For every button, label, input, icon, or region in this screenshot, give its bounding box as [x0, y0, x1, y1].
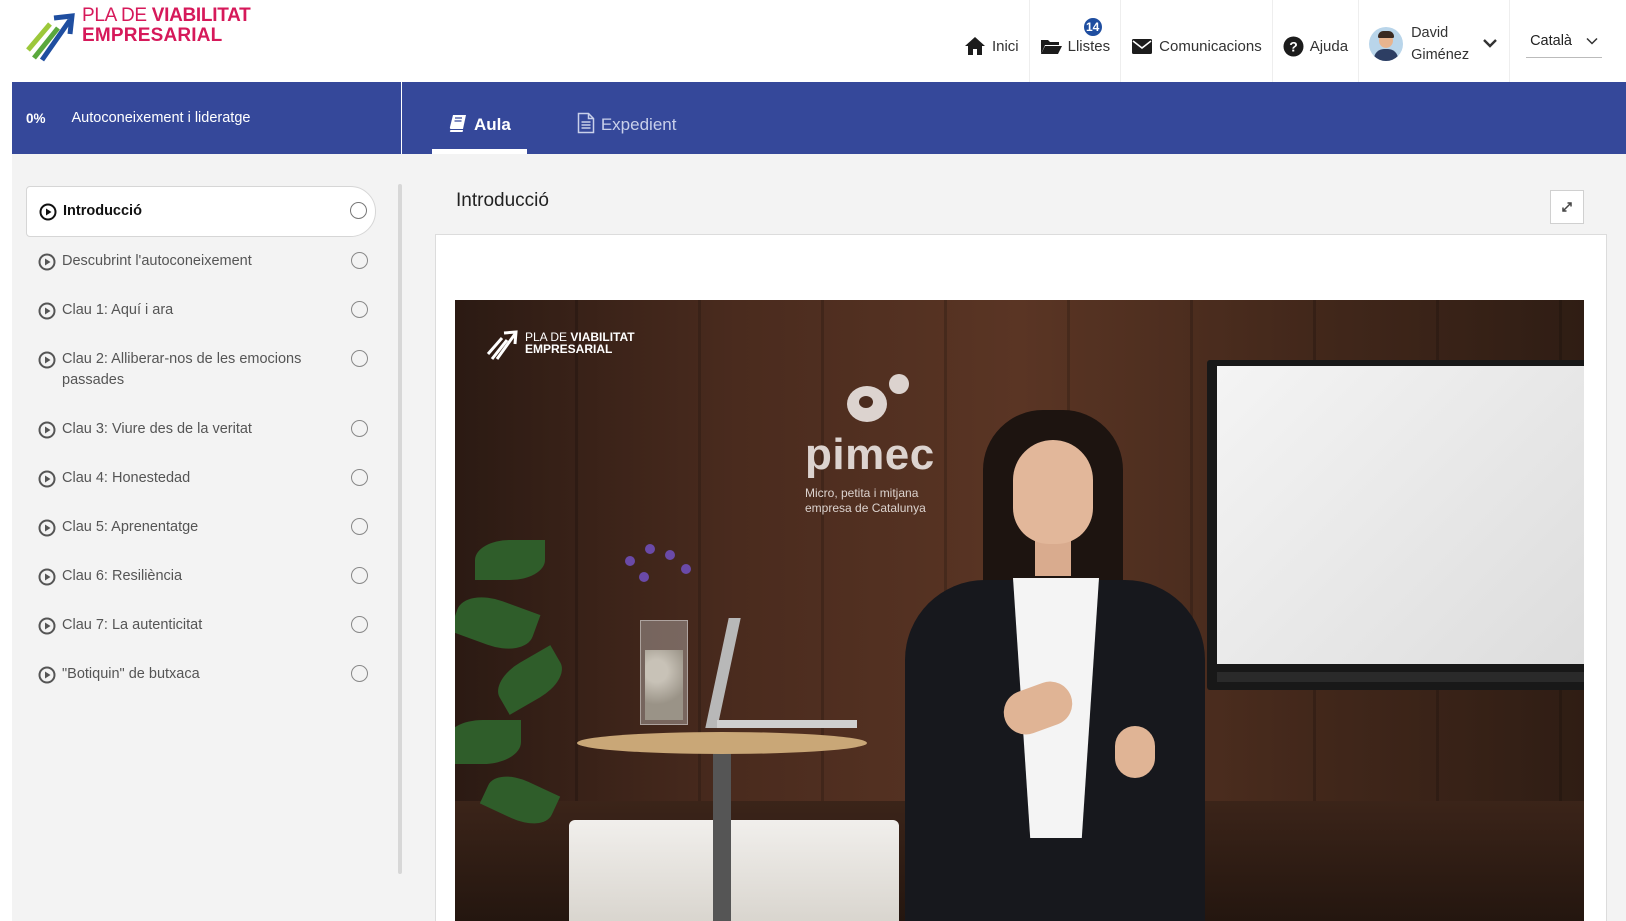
list-item[interactable]: Descubrint l'autoconeixement: [26, 237, 376, 286]
status-circle-icon: [351, 301, 368, 318]
lesson-label: Introducció: [63, 203, 142, 219]
chevron-down-icon: [1586, 33, 1598, 49]
expand-icon: [1562, 202, 1572, 212]
svg-text:?: ?: [1289, 38, 1298, 54]
lesson-label: Clau 3: Viure des de la veritat: [62, 421, 252, 437]
lesson-label: "Botiquin" de butxaca: [62, 666, 200, 682]
play-circle-icon: [38, 253, 56, 271]
avatar: [1369, 27, 1404, 61]
status-circle-icon: [351, 350, 368, 367]
nav-llistes[interactable]: Llistes 14: [1030, 0, 1122, 82]
nav-inici-label: Inici: [991, 37, 1019, 55]
lesson-list: Introducció Descubrint l'autoconeixement…: [26, 186, 376, 699]
play-circle-icon: [38, 302, 56, 320]
language-value: Català: [1530, 32, 1572, 49]
nav-llistes-label: Llistes: [1067, 37, 1111, 55]
list-item[interactable]: "Botiquin" de butxaca: [26, 650, 376, 699]
presenter: [885, 410, 1225, 921]
play-circle-icon: [38, 568, 56, 586]
course-tabs: Aula Expedient: [432, 82, 692, 154]
list-item[interactable]: Clau 1: Aquí i ara: [26, 286, 376, 335]
lesson-label: Clau 7: La autenticitat: [62, 617, 203, 633]
envelope-icon: [1131, 38, 1153, 55]
question-circle-icon: ?: [1283, 36, 1304, 57]
course-bar: 0% Autoconeixement i lideratge Aula Expe…: [12, 82, 1626, 154]
list-item[interactable]: Clau 6: Resiliència: [26, 552, 376, 601]
lesson-label: Clau 2: Alliberar-nos de les emocions pa…: [62, 351, 302, 388]
top-header: PLA DE VIABILITAT EMPRESARIAL Inici Llis…: [0, 0, 1626, 82]
nav-inici[interactable]: Inici: [954, 0, 1030, 82]
tab-aula-label: Aula: [474, 115, 511, 134]
list-item[interactable]: Clau 7: La autenticitat: [26, 601, 376, 650]
list-item[interactable]: Clau 5: Aprenentatge: [26, 503, 376, 552]
play-circle-icon: [39, 203, 57, 221]
arrow-logo-icon: [26, 13, 75, 62]
book-icon: [448, 113, 468, 138]
flowers: [615, 536, 705, 626]
page: PLA DE VIABILITAT EMPRESARIAL Inici Llis…: [0, 0, 1626, 921]
play-circle-icon: [38, 421, 56, 439]
plant: [455, 520, 585, 921]
nav-comunicacions-label: Comunicacions: [1159, 37, 1262, 55]
status-circle-icon: [351, 518, 368, 535]
status-circle-icon: [351, 252, 368, 269]
document-icon: [577, 112, 595, 139]
play-circle-icon: [38, 666, 56, 684]
logo-prefix: PLA DE: [82, 5, 147, 26]
home-icon: [964, 36, 986, 56]
whiteboard: [1207, 360, 1584, 690]
chevron-down-icon[interactable]: [1483, 35, 1497, 53]
video-watermark-logo: PLA DE VIABILITAT EMPRESARIAL: [485, 326, 635, 360]
list-item[interactable]: Introducció: [26, 186, 376, 237]
play-circle-icon: [38, 519, 56, 537]
ottoman: [569, 820, 899, 921]
list-item[interactable]: Clau 3: Viure des de la veritat: [26, 405, 376, 454]
tab-aula[interactable]: Aula: [432, 82, 527, 154]
lesson-label: Descubrint l'autoconeixement: [62, 253, 252, 269]
status-circle-icon: [351, 469, 368, 486]
logo-bold: VIABILITAT: [151, 5, 251, 26]
video-player[interactable]: PLA DE VIABILITAT EMPRESARIAL pimec Micr…: [455, 300, 1584, 921]
main-nav: Inici Llistes 14 Comunicacions ? Ajuda D…: [954, 0, 1626, 82]
status-circle-icon: [350, 202, 367, 219]
fullscreen-button[interactable]: [1550, 190, 1584, 224]
status-circle-icon: [351, 420, 368, 437]
lesson-label: Clau 5: Aprenentatge: [62, 519, 199, 535]
status-circle-icon: [351, 567, 368, 584]
logo-line2: EMPRESARIAL: [82, 25, 223, 46]
course-progress: 0%: [26, 110, 46, 126]
nav-ajuda[interactable]: ? Ajuda: [1273, 0, 1360, 82]
tab-expedient[interactable]: Expedient: [561, 82, 693, 154]
lesson-label: Clau 6: Resiliència: [62, 568, 183, 584]
side-table: [577, 732, 867, 754]
table-leg: [713, 750, 731, 921]
lesson-label: Clau 4: Honestedad: [62, 470, 191, 486]
page-title: Introducció: [456, 190, 549, 211]
arrow-logo-icon: [486, 330, 518, 360]
folder-icon: [1040, 37, 1062, 55]
vase: [640, 620, 688, 725]
lesson-sidebar: Introducció Descubrint l'autoconeixement…: [12, 154, 402, 921]
play-circle-icon: [38, 470, 56, 488]
user-first-name: David: [1411, 25, 1449, 41]
app-logo[interactable]: PLA DE VIABILITAT EMPRESARIAL: [24, 5, 251, 62]
nav-comunicacions[interactable]: Comunicacions: [1121, 0, 1273, 82]
course-title: Autoconeixement i lideratge: [71, 110, 251, 126]
list-item[interactable]: Clau 2: Alliberar-nos de les emocions pa…: [26, 335, 376, 405]
status-circle-icon: [351, 665, 368, 682]
lesson-label: Clau 1: Aquí i ara: [62, 302, 174, 318]
video-logo-line2: EMPRESARIAL: [525, 342, 613, 356]
llistes-count-badge: 14: [1081, 16, 1104, 38]
nav-ajuda-label: Ajuda: [1309, 37, 1349, 55]
list-item[interactable]: Clau 4: Honestedad: [26, 454, 376, 503]
laptop-base: [717, 720, 857, 728]
status-circle-icon: [351, 616, 368, 633]
language-select[interactable]: Català: [1510, 0, 1626, 82]
play-circle-icon: [38, 351, 56, 369]
play-circle-icon: [38, 617, 56, 635]
user-last-name: Giménez: [1411, 47, 1470, 63]
user-menu[interactable]: David Giménez: [1359, 0, 1511, 82]
tab-expedient-label: Expedient: [600, 115, 677, 134]
course-info: 0% Autoconeixement i lideratge: [12, 82, 402, 154]
